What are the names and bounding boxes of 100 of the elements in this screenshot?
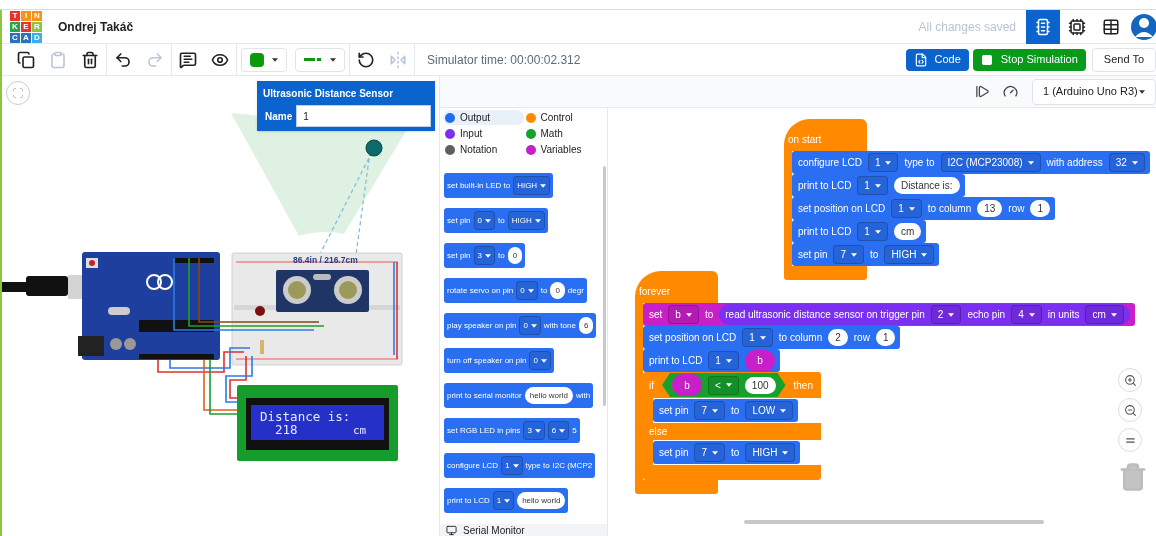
- palette-block[interactable]: set pin 3 to 0: [444, 243, 526, 268]
- block-dropdown[interactable]: 1: [492, 491, 515, 510]
- block-dropdown[interactable]: 1: [857, 222, 888, 241]
- block-dropdown[interactable]: 2: [930, 305, 962, 324]
- processor-icon: [1068, 17, 1086, 36]
- color-dropdown[interactable]: [241, 47, 287, 72]
- block-value-field[interactable]: Distance is:: [893, 177, 960, 194]
- block-dropdown[interactable]: HIGH: [884, 245, 935, 264]
- category-item[interactable]: Math: [523, 126, 604, 141]
- avatar-icon[interactable]: [1130, 12, 1156, 41]
- block-label: set position on LCD: [798, 202, 886, 216]
- block-dropdown[interactable]: 7: [694, 401, 726, 420]
- circuit-drawing[interactable]: [2, 252, 403, 461]
- block-dropdown[interactable]: I2C (MCP23008): [940, 153, 1041, 172]
- code-block[interactable]: set pin 7 to HIGH: [792, 243, 940, 266]
- block-dropdown[interactable]: 1: [891, 199, 922, 218]
- block-label: if: [649, 378, 654, 393]
- code-block[interactable]: print to LCD 1 Distance is:: [792, 174, 965, 197]
- block-dropdown[interactable]: b: [668, 305, 699, 324]
- palette-block[interactable]: play speaker on pin 0 with tone 6: [444, 313, 597, 338]
- line-style-dropdown[interactable]: [295, 47, 345, 72]
- logo[interactable]: T I N K E R C A D: [10, 10, 42, 43]
- code-block[interactable]: print to LCD 1 b: [643, 349, 780, 372]
- palette-block[interactable]: turn off speaker on pin 0: [444, 348, 554, 373]
- variable-reporter[interactable]: b: [672, 374, 702, 396]
- block-label: turn off speaker on pin: [447, 354, 527, 367]
- block-dropdown[interactable]: 1: [867, 153, 899, 172]
- block-dropdown[interactable]: 0: [519, 316, 541, 335]
- palette-block[interactable]: configure LCD 1 type to I2C (MCP2: [444, 453, 596, 478]
- code-block[interactable]: print to LCD 1 cm: [792, 220, 927, 243]
- reset-zoom-button[interactable]: [1118, 428, 1142, 452]
- block-dropdown[interactable]: 3: [473, 246, 496, 265]
- zoom-in-button[interactable]: [1118, 368, 1142, 392]
- block-dropdown[interactable]: cm: [1085, 305, 1124, 324]
- palette-block[interactable]: set built-in LED to HIGH: [444, 173, 554, 198]
- block-dropdown[interactable]: <: [708, 375, 739, 395]
- block-dropdown[interactable]: 1: [708, 351, 739, 370]
- category-item[interactable]: Variables: [523, 142, 604, 157]
- code-block[interactable]: set position on LCD 1 to column 13 row 1: [792, 197, 1055, 220]
- event-script-block[interactable]: [635, 271, 1135, 494]
- block-dropdown[interactable]: 32: [1108, 153, 1145, 172]
- name-field[interactable]: 1: [296, 105, 431, 127]
- comparison-block[interactable]: b < 100: [662, 373, 786, 397]
- category-item[interactable]: Control: [523, 110, 604, 125]
- block-value-field[interactable]: 0: [550, 282, 565, 299]
- block-dropdown[interactable]: 7: [833, 245, 865, 264]
- category-item[interactable]: Input: [443, 126, 524, 141]
- code-block[interactable]: configure LCD 1 type to I2C (MCP23008) with address 32: [792, 151, 1150, 174]
- block-value-field[interactable]: 2: [828, 329, 848, 346]
- caret-icon: [485, 218, 492, 223]
- block-value-field[interactable]: 1: [1030, 200, 1050, 217]
- zoom-out-button[interactable]: [1118, 398, 1142, 422]
- block-dropdown[interactable]: 6: [547, 421, 570, 440]
- palette-block[interactable]: print to LCD 1 hello world: [444, 488, 569, 513]
- block-value-field[interactable]: 0: [507, 247, 523, 264]
- target-object[interactable]: [365, 139, 383, 157]
- variable-reporter[interactable]: b: [744, 349, 775, 372]
- category-item[interactable]: Notation: [443, 142, 524, 157]
- block-value-field[interactable]: hello world: [517, 492, 566, 509]
- block-dropdown[interactable]: 3: [523, 421, 545, 440]
- send-to-button[interactable]: Send To: [1091, 47, 1156, 72]
- device-dropdown[interactable]: 1 (Arduino Uno R3): [1032, 78, 1156, 105]
- block-dropdown[interactable]: LOW: [745, 401, 794, 420]
- block-dropdown[interactable]: 0: [473, 211, 496, 230]
- scrollbar[interactable]: [603, 166, 606, 406]
- caret-icon: [782, 450, 789, 455]
- block-dropdown[interactable]: 0: [529, 351, 551, 370]
- palette-block[interactable]: set RGB LED in pins 3 6 5: [444, 418, 580, 443]
- block-dropdown[interactable]: HIGH: [513, 176, 551, 195]
- block-value-field[interactable]: cm: [893, 223, 922, 240]
- block-value-field[interactable]: 6: [578, 317, 594, 334]
- stop-simulation-button[interactable]: Stop Simulation: [972, 48, 1086, 71]
- code-button[interactable]: Code: [906, 48, 969, 71]
- block-dropdown[interactable]: HIGH: [507, 211, 545, 230]
- block-dropdown[interactable]: 1: [501, 456, 523, 475]
- block-dropdown[interactable]: 4: [1011, 305, 1042, 324]
- block-dropdown[interactable]: 1: [857, 176, 888, 195]
- palette-block[interactable]: print to serial monitor hello world with: [444, 383, 594, 408]
- block-value-field[interactable]: 1: [875, 329, 896, 346]
- if-else-block[interactable]: if b < 100 then set pin 7 to LOW else set pin 7 to HIGH: [643, 372, 821, 480]
- caret-icon: [948, 312, 955, 317]
- sensor-reporter-block[interactable]: read ultrasonic distance sensor on trigger pin 2 echo pin 4 in units cm: [719, 304, 1130, 325]
- palette-block[interactable]: set pin 0 to HIGH: [444, 208, 548, 233]
- set-variable-block[interactable]: set b to read ultrasonic distance sensor on trigger pin 2 echo pin 4 in units cm: [643, 303, 1135, 326]
- block-dropdown[interactable]: HIGH: [745, 443, 796, 462]
- palette-block[interactable]: rotate servo on pin 0 to 0 degr: [444, 278, 587, 303]
- code-block[interactable]: set pin 7 to LOW: [653, 399, 799, 422]
- horizontal-scrollbar[interactable]: [744, 520, 1044, 524]
- block-value-field[interactable]: 13: [977, 200, 1003, 217]
- block-value-field[interactable]: 100: [744, 376, 776, 394]
- block-dropdown[interactable]: 7: [694, 443, 726, 462]
- code-block[interactable]: set pin 7 to HIGH: [653, 441, 801, 464]
- code-block[interactable]: set position on LCD 1 to column 2 row 1: [643, 326, 901, 349]
- category-item[interactable]: Output: [443, 110, 524, 125]
- block-dropdown[interactable]: 0: [516, 281, 538, 300]
- if-bar[interactable]: if b < 100 then: [643, 372, 821, 398]
- serial-monitor-bar[interactable]: Serial Monitor: [440, 524, 607, 536]
- event-script-block[interactable]: on start configure LCD 1 type to I2C (MCP23008) with address 32 print to LCD 1 Distance is: set position on LCD 1 to column 13 row 1 print to LCD 1 cm set pin 7 to HIGH: [784, 119, 1150, 280]
- block-dropdown[interactable]: 1: [742, 328, 773, 347]
- block-value-field[interactable]: hello world: [524, 387, 573, 404]
